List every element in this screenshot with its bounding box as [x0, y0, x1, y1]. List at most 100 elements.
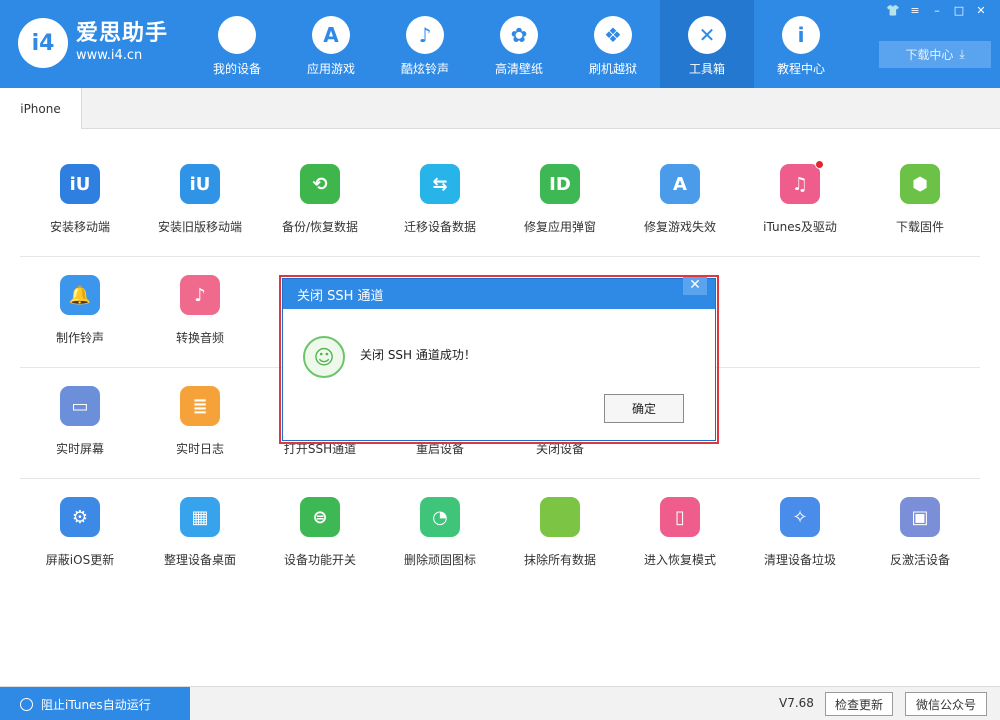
tool-recovery-mode[interactable]: ▯ 进入恢复模式 [620, 479, 740, 590]
tool-label: 下载固件 [895, 220, 944, 234]
tool-label: iTunes及驱动 [763, 220, 837, 234]
download-center-button[interactable]: 下载中心 ⤓ [879, 41, 991, 68]
app-header: i4 爱思助手 www.i4.cn 我的设备 A 应用游戏 ♪ 酷炫铃声 ✿ 高… [0, 0, 1000, 88]
tool-clean-junk[interactable]: ✧ 清理设备垃圾 [740, 479, 860, 590]
music-note-glyph: ♫ [791, 173, 809, 195]
tool-backup-restore[interactable]: ⟲ 备份/恢复数据 [260, 146, 380, 256]
block-itunes-label: 阻止iTunes自动运行 [41, 697, 151, 712]
nav-apps-games[interactable]: A 应用游戏 [284, 0, 378, 88]
nav-label: 刷机越狱 [588, 62, 637, 76]
tool-install-old-mobile[interactable]: iU 安装旧版移动端 [140, 146, 260, 256]
info-icon: i [782, 16, 820, 54]
dialog-body: ☺ 关闭 SSH 通道成功！ 确定 [283, 309, 715, 440]
skin-icon[interactable]: 👕 [882, 3, 904, 19]
tool-fix-game[interactable]: A 修复游戏失效 [620, 146, 740, 256]
nav-flash-jailbreak[interactable]: ❖ 刷机越狱 [566, 0, 660, 88]
tool-convert-audio[interactable]: ♪ 转换音频 [140, 257, 260, 367]
tool-row: ⚙ 屏蔽iOS更新 ▦ 整理设备桌面 ⊜ 设备功能开关 ◔ 删除顽固图标 抹除所… [20, 479, 980, 590]
check-update-button[interactable]: 检查更新 [825, 692, 893, 716]
tool-label: 设备功能开关 [283, 553, 356, 567]
nav-tutorials[interactable]: i 教程中心 [754, 0, 848, 88]
tool-make-ringtone[interactable]: 🔔 制作铃声 [20, 257, 140, 367]
tool-row: iU 安装移动端 iU 安装旧版移动端 ⟲ 备份/恢复数据 ⇆ 迁移设备数据 I… [20, 146, 980, 257]
ssh-closed-dialog: 关闭 SSH 通道 ✕ ☺ 关闭 SSH 通道成功！ 确定 [282, 277, 716, 441]
close-icon[interactable]: ✕ [683, 277, 707, 295]
nav-wallpapers[interactable]: ✿ 高清壁纸 [472, 0, 566, 88]
tool-label: 删除顽固图标 [403, 553, 476, 567]
i4-old-icon: iU [180, 164, 220, 204]
notification-dot [815, 160, 824, 169]
tool-label: 安装旧版移动端 [157, 220, 242, 234]
tool-itunes-driver[interactable]: ♫ iTunes及驱动 [740, 146, 860, 256]
migrate-icon: ⇆ [420, 164, 460, 204]
tools-icon: ✕ [688, 16, 726, 54]
music-icon: ♪ [180, 275, 220, 315]
tool-block-ios-update[interactable]: ⚙ 屏蔽iOS更新 [20, 479, 140, 590]
tool-organize-desktop[interactable]: ▦ 整理设备桌面 [140, 479, 260, 590]
grid-icon: ▦ [180, 497, 220, 537]
tab-iphone[interactable]: iPhone [0, 88, 82, 129]
app-store-icon: A [312, 16, 350, 54]
pie-icon: ◔ [420, 497, 460, 537]
dialog-title-bar: 关闭 SSH 通道 ✕ [283, 277, 715, 309]
download-center-label: 下载中心 [905, 48, 954, 62]
tool-migrate-data[interactable]: ⇆ 迁移设备数据 [380, 146, 500, 256]
tool-realtime-log[interactable]: ≣ 实时日志 [140, 368, 260, 478]
main-nav: 我的设备 A 应用游戏 ♪ 酷炫铃声 ✿ 高清壁纸 ❖ 刷机越狱 ✕ 工具箱 i… [190, 0, 848, 88]
tool-realtime-screen[interactable]: ▭ 实时屏幕 [20, 368, 140, 478]
bell-icon: ♪ [406, 16, 444, 54]
close-icon[interactable]: ✕ [970, 3, 992, 19]
smiley-icon: ☺ [303, 336, 345, 378]
tool-label: 修复游戏失效 [643, 220, 716, 234]
device-tab-bar: iPhone [0, 88, 1000, 129]
tool-label: 制作铃声 [55, 331, 104, 345]
log-document-icon: ≣ [180, 386, 220, 426]
ok-button[interactable]: 确定 [604, 394, 684, 423]
tool-label: 修复应用弹窗 [523, 220, 596, 234]
app-store-icon: A [660, 164, 700, 204]
nav-label: 应用游戏 [306, 62, 355, 76]
tool-deactivate-device[interactable]: ▣ 反激活设备 [860, 479, 980, 590]
nav-toolbox[interactable]: ✕ 工具箱 [660, 0, 754, 88]
tool-erase-all-data[interactable]: 抹除所有数据 [500, 479, 620, 590]
flower-icon: ✿ [500, 16, 538, 54]
tool-label: 实时日志 [175, 442, 224, 456]
apple-icon [540, 497, 580, 537]
nav-label: 高清壁纸 [494, 62, 543, 76]
broom-icon: ✧ [780, 497, 820, 537]
tool-label: 屏蔽iOS更新 [45, 553, 115, 567]
window-controls: 👕 ≡ – □ ✕ [882, 3, 992, 19]
tool-label: 安装移动端 [49, 220, 110, 234]
dialog-title: 关闭 SSH 通道 [297, 288, 384, 304]
nav-label: 教程中心 [776, 62, 825, 76]
tool-install-mobile[interactable]: iU 安装移动端 [20, 146, 140, 256]
version-label: V7.68 [779, 696, 814, 710]
wechat-button[interactable]: 微信公众号 [905, 692, 987, 716]
tool-download-firmware[interactable]: ⬢ 下载固件 [860, 146, 980, 256]
tool-label: 抹除所有数据 [523, 553, 596, 567]
block-itunes-toggle[interactable]: 阻止iTunes自动运行 [0, 687, 190, 720]
gear-icon: ⚙ [60, 497, 100, 537]
nav-my-device[interactable]: 我的设备 [190, 0, 284, 88]
tool-label: 转换音频 [175, 331, 224, 345]
nav-label: 工具箱 [688, 62, 725, 76]
nav-label: 酷炫铃声 [400, 62, 449, 76]
minimize-icon[interactable]: – [926, 3, 948, 19]
status-bar: 阻止iTunes自动运行 V7.68 检查更新 微信公众号 [0, 686, 1000, 720]
firmware-box-icon: ⬢ [900, 164, 940, 204]
app-logo[interactable]: i4 爱思助手 www.i4.cn [18, 18, 168, 68]
toggle-icon: ⊜ [300, 497, 340, 537]
dialog-message: 关闭 SSH 通道成功！ [360, 348, 476, 362]
maximize-icon[interactable]: □ [948, 3, 970, 19]
tool-device-switches[interactable]: ⊜ 设备功能开关 [260, 479, 380, 590]
app-url: www.i4.cn [76, 48, 143, 63]
menu-icon[interactable]: ≡ [904, 3, 926, 19]
radio-icon [20, 697, 33, 711]
tool-label: 反激活设备 [889, 553, 950, 567]
tool-label: 实时屏幕 [55, 442, 104, 456]
tool-fix-app-popup[interactable]: ID 修复应用弹窗 [500, 146, 620, 256]
tool-label: 迁移设备数据 [403, 220, 476, 234]
tool-label: 备份/恢复数据 [281, 220, 359, 234]
tool-delete-stubborn-icons[interactable]: ◔ 删除顽固图标 [380, 479, 500, 590]
nav-ringtones[interactable]: ♪ 酷炫铃声 [378, 0, 472, 88]
